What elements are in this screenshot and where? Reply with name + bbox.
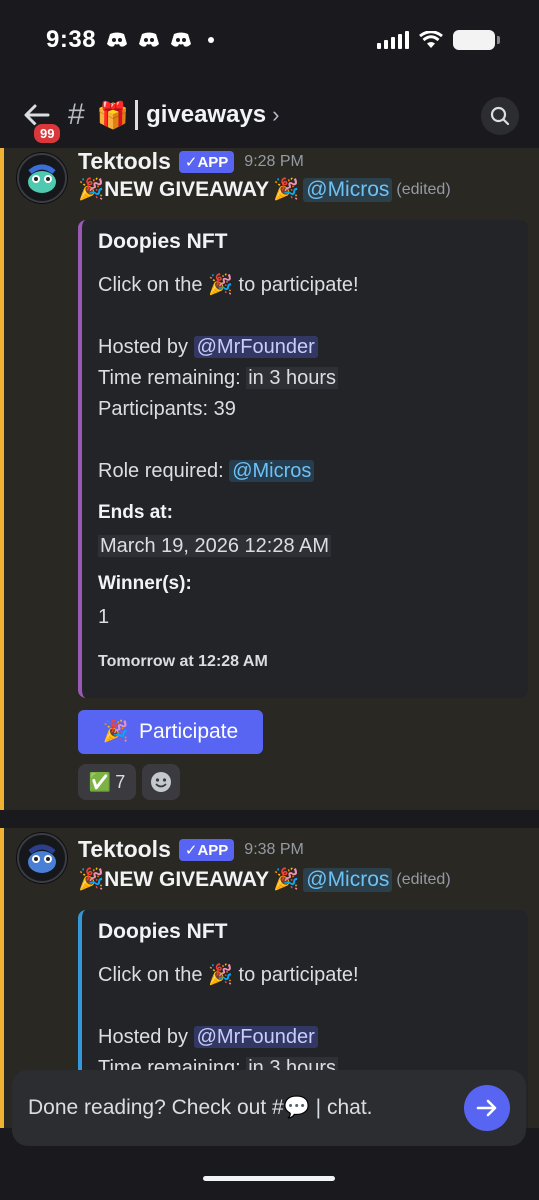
add-reaction-icon [151, 772, 171, 792]
role-mention[interactable]: @Micros [303, 868, 393, 892]
hosted-by-line: Hosted by @MrFounder [98, 1022, 512, 1053]
channel-hash-icon: # [68, 98, 85, 131]
giveaway-embed: Doopies NFT Click on the 🎉 to participat… [78, 220, 528, 698]
input-placeholder[interactable]: Done reading? Check out #💬 | chat. [28, 1096, 464, 1120]
user-mention[interactable]: @MrFounder [193, 336, 318, 358]
channel-name[interactable]: giveaways [146, 101, 266, 129]
cellular-signal-icon [377, 31, 409, 49]
message-timestamp: 9:28 PM [244, 152, 304, 170]
author-name[interactable]: Tektools [78, 148, 171, 175]
party-popper-emoji: 🎉 [208, 964, 233, 986]
user-mention[interactable]: @MrFounder [193, 1026, 318, 1048]
role-mention[interactable]: @Micros [229, 460, 315, 482]
participants-line: Participants: 39 [98, 398, 236, 420]
status-bar: 9:38 [0, 0, 539, 80]
discord-notification-icon [139, 32, 160, 47]
unread-badge: 99 [32, 122, 63, 145]
participate-button[interactable]: 🎉 Participate [78, 710, 263, 754]
edited-label: (edited) [396, 871, 451, 888]
add-reaction-button[interactable] [142, 764, 180, 800]
send-button[interactable] [464, 1085, 510, 1131]
reaction-checkmark[interactable]: ✅ 7 [78, 764, 136, 800]
giveaway-headline: NEW GIVEAWAY [104, 178, 270, 201]
role-mention[interactable]: @Micros [303, 178, 393, 202]
embed-title: Doopies NFT [98, 230, 228, 253]
arrow-right-icon [476, 1099, 497, 1117]
search-button[interactable] [481, 97, 519, 135]
battery-icon [453, 30, 500, 50]
status-time: 9:38 [46, 26, 97, 53]
embed-title: Doopies NFT [98, 920, 228, 943]
app-tag: ✓APP [178, 838, 235, 861]
message-input[interactable]: Done reading? Check out #💬 | chat. [12, 1070, 526, 1146]
app-tag: ✓APP [178, 150, 235, 173]
time-remaining-value: in 3 hours [246, 367, 339, 389]
party-popper-emoji: 🎉 [102, 720, 129, 743]
party-popper-emoji: 🎉 [78, 868, 105, 891]
chevron-right-icon[interactable]: › [272, 102, 279, 128]
check-mark-emoji: ✅ [88, 771, 112, 792]
discord-notification-icon [171, 32, 192, 47]
role-required-line: Role required: @Micros [98, 456, 512, 487]
avatar[interactable] [16, 832, 68, 884]
message[interactable]: Tektools ✓APP 9:28 PM 🎉 NEW GIVEAWAY 🎉 @… [0, 148, 539, 810]
author-name[interactable]: Tektools [78, 836, 171, 863]
participate-label: Participate [138, 720, 239, 743]
gift-emoji: 🎁 [96, 99, 130, 130]
message-timestamp: 9:38 PM [244, 840, 304, 858]
embed-instruction: Click on the 🎉 to participate! [98, 964, 359, 986]
time-remaining-line: Time remaining: in 3 hours [98, 367, 339, 389]
winners-label: Winner(s): [98, 573, 192, 594]
giveaway-headline: NEW GIVEAWAY [104, 868, 270, 891]
party-popper-emoji: 🎉 [273, 868, 300, 891]
search-icon [490, 106, 510, 126]
party-popper-emoji: 🎉 [273, 178, 300, 201]
back-button[interactable]: 99 [20, 98, 63, 145]
wifi-icon [419, 31, 443, 48]
embed-footer: Tomorrow at 12:28 AM [98, 653, 268, 670]
channel-header: 99 # 🎁 giveaways › [0, 82, 539, 148]
reaction-count: 7 [115, 771, 126, 792]
avatar[interactable] [16, 152, 68, 204]
discord-notification-icon [107, 32, 128, 47]
notification-dot-icon [208, 37, 215, 43]
party-popper-emoji: 🎉 [208, 274, 233, 296]
embed-instruction: Click on the 🎉 to participate! [98, 274, 359, 296]
edited-label: (edited) [396, 181, 451, 198]
ends-at-label: Ends at: [98, 502, 173, 523]
hosted-by-line: Hosted by @MrFounder [98, 332, 512, 363]
channel-divider [135, 100, 139, 130]
party-popper-emoji: 🎉 [78, 178, 105, 201]
ends-at-value: March 19, 2026 12:28 AM [98, 535, 332, 557]
winners-value: 1 [98, 606, 110, 628]
home-indicator[interactable] [203, 1176, 335, 1181]
speech-bubble-emoji: 💬 [283, 1096, 310, 1119]
